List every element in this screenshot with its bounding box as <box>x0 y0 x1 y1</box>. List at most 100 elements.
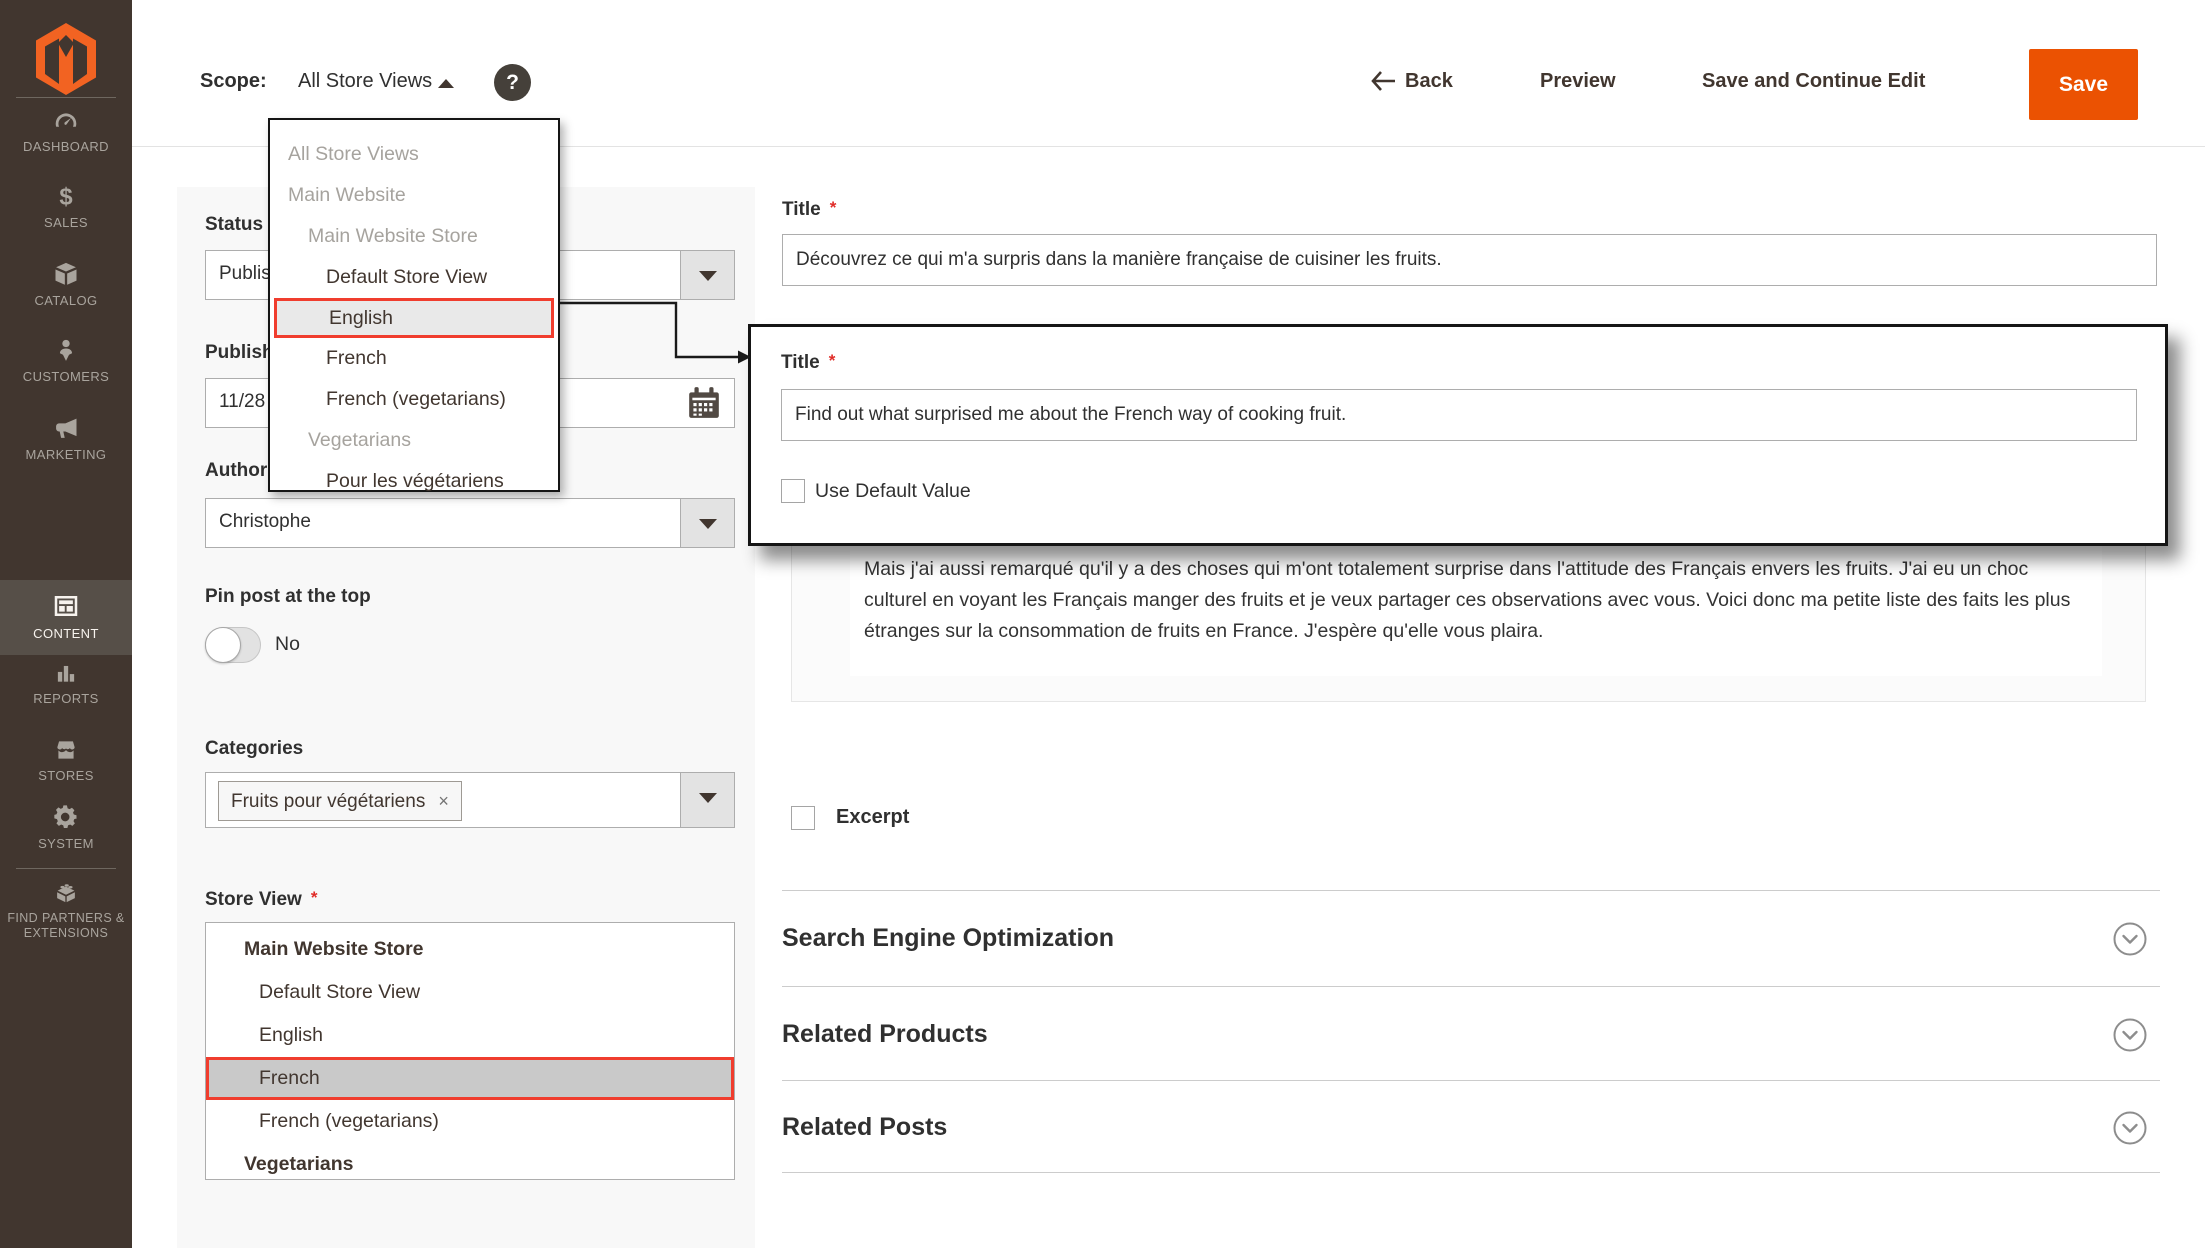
sidebar-item-label: REPORTS <box>0 691 132 706</box>
store-view-listbox[interactable]: Main Website Store Default Store View En… <box>205 922 735 1180</box>
sidebar-item-label: MARKETING <box>0 447 132 462</box>
pin-post-value: No <box>275 633 300 656</box>
content-icon <box>51 591 81 621</box>
section-search-engine-optimization[interactable]: Search Engine Optimization <box>782 924 1114 953</box>
author-value: Christophe <box>219 511 311 533</box>
publish-date-value: 11/28 <box>219 391 265 413</box>
use-default-value-checkbox[interactable] <box>781 479 805 503</box>
svg-text:$: $ <box>59 184 72 210</box>
marketing-icon <box>51 414 81 442</box>
chevron-down-circle-icon[interactable] <box>2112 1110 2148 1146</box>
sales-icon: $ <box>53 184 79 210</box>
scope-option[interactable]: Main Website <box>270 175 558 216</box>
catalog-icon <box>52 260 80 288</box>
chevron-down-icon[interactable] <box>680 251 734 299</box>
help-icon[interactable]: ? <box>494 64 531 101</box>
popup-title-input[interactable] <box>781 389 2137 441</box>
sidebar-item-stores[interactable]: STORES <box>0 737 132 783</box>
save-button[interactable]: Save <box>2029 49 2138 120</box>
store-view-option[interactable]: Vegetarians <box>206 1143 734 1180</box>
section-related-posts[interactable]: Related Posts <box>782 1113 947 1142</box>
scope-label: Scope: <box>200 70 267 93</box>
magento-admin-page: DASHBOARD $ SALES CATALOG CUSTOMERS MARK… <box>0 0 2205 1248</box>
section-divider <box>782 1172 2160 1173</box>
required-asterisk: * <box>829 351 836 370</box>
toggle-knob <box>205 627 241 663</box>
sidebar-item-dashboard[interactable]: DASHBOARD <box>0 108 132 154</box>
calendar-icon[interactable] <box>686 385 722 421</box>
author-select[interactable]: Christophe <box>205 498 735 548</box>
sidebar-item-catalog[interactable]: CATALOG <box>0 260 132 308</box>
author-label: Author <box>205 460 267 482</box>
sidebar-item-label: CONTENT <box>0 626 132 641</box>
chevron-down-icon[interactable] <box>680 499 734 547</box>
store-view-option[interactable]: Main Website Store <box>206 928 734 971</box>
sidebar-item-sales[interactable]: $ SALES <box>0 184 132 230</box>
system-icon <box>52 803 80 831</box>
section-divider <box>782 1080 2160 1081</box>
dashboard-icon <box>52 108 80 134</box>
scope-option[interactable]: French (vegetarians) <box>270 379 558 420</box>
chevron-down-circle-icon[interactable] <box>2112 1017 2148 1053</box>
save-and-continue-button[interactable]: Save and Continue Edit <box>1702 70 1925 93</box>
categories-label: Categories <box>205 738 303 760</box>
remove-tag-icon[interactable]: × <box>438 791 449 811</box>
store-view-option[interactable]: English <box>206 1014 734 1057</box>
store-view-option[interactable]: French (vegetarians) <box>206 1100 734 1143</box>
store-view-option[interactable]: Default Store View <box>206 971 734 1014</box>
sidebar-item-label: FIND PARTNERS & EXTENSIONS <box>0 911 132 941</box>
sidebar-divider <box>16 97 116 98</box>
scope-option[interactable]: French <box>270 338 558 379</box>
status-label: Status <box>205 214 263 236</box>
categories-multiselect[interactable]: Fruits pour végétariens× <box>205 772 735 828</box>
sidebar-item-marketing[interactable]: MARKETING <box>0 414 132 462</box>
section-divider <box>782 890 2160 891</box>
popup-title-label: Title* <box>781 351 835 374</box>
partners-icon <box>51 878 81 906</box>
required-asterisk: * <box>830 198 837 217</box>
sidebar-item-content-active[interactable]: CONTENT <box>0 580 132 655</box>
use-default-value-label: Use Default Value <box>815 480 971 503</box>
back-arrow-icon <box>1371 71 1395 91</box>
scope-option[interactable]: Main Website Store <box>270 216 558 257</box>
scope-switcher[interactable]: All Store Views <box>298 70 432 93</box>
post-body-text: Mais j'ai aussi remarqué qu'il y a des c… <box>864 554 2092 647</box>
scope-option-highlighted[interactable]: English <box>274 298 554 338</box>
preview-button[interactable]: Preview <box>1540 70 1616 93</box>
stores-icon <box>51 737 81 763</box>
sidebar-item-label: DASHBOARD <box>0 139 132 154</box>
chevron-down-icon[interactable] <box>680 773 734 827</box>
sidebar-item-label: CATALOG <box>0 293 132 308</box>
sidebar-item-reports[interactable]: REPORTS <box>0 660 132 706</box>
sidebar-item-system[interactable]: SYSTEM <box>0 803 132 851</box>
section-divider <box>782 986 2160 987</box>
sidebar-item-label: CUSTOMERS <box>0 369 132 384</box>
chevron-down-circle-icon[interactable] <box>2112 921 2148 957</box>
scope-option[interactable]: All Store Views <box>270 134 558 175</box>
back-button[interactable]: Back <box>1371 70 1453 93</box>
sidebar-item-label: STORES <box>0 768 132 783</box>
sidebar-divider <box>16 868 116 869</box>
title-input[interactable] <box>782 234 2157 286</box>
store-view-option-selected[interactable]: French <box>206 1057 734 1100</box>
chevron-up-icon[interactable] <box>438 79 454 88</box>
pin-post-toggle[interactable] <box>205 627 261 663</box>
sidebar-item-find-partners[interactable]: FIND PARTNERS & EXTENSIONS <box>0 878 132 941</box>
magento-logo-icon[interactable] <box>33 22 99 96</box>
translated-title-popup: Title* Use Default Value <box>748 324 2168 546</box>
category-chip[interactable]: Fruits pour végétariens× <box>218 781 462 821</box>
excerpt-checkbox[interactable] <box>791 806 815 830</box>
sidebar-item-label: SALES <box>0 215 132 230</box>
excerpt-label: Excerpt <box>836 806 909 829</box>
scope-option[interactable]: Pour les végétariens <box>270 461 558 502</box>
customers-icon <box>53 336 79 364</box>
section-related-products[interactable]: Related Products <box>782 1020 988 1049</box>
reports-icon <box>52 660 80 686</box>
publish-label: Publish <box>205 342 274 364</box>
scope-option[interactable]: Vegetarians <box>270 420 558 461</box>
scope-option[interactable]: Default Store View <box>270 257 558 298</box>
sidebar-item-customers[interactable]: CUSTOMERS <box>0 336 132 384</box>
sidebar-item-label: SYSTEM <box>0 836 132 851</box>
pin-post-label: Pin post at the top <box>205 586 371 608</box>
sidebar: DASHBOARD $ SALES CATALOG CUSTOMERS MARK… <box>0 0 132 1248</box>
